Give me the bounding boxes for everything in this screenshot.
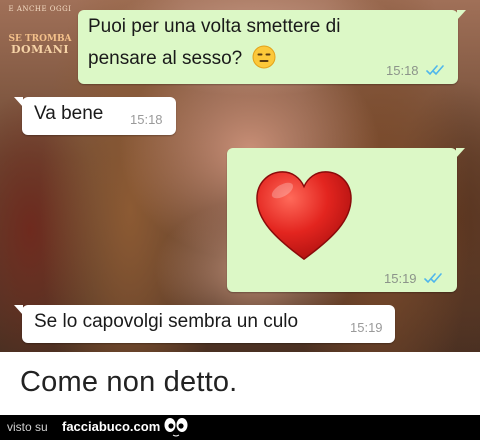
message-text-line: pensare al sesso?: [88, 48, 243, 69]
watermark-line1: E ANCHE OGGI: [8, 5, 72, 13]
facciabuco-eyes-logo-icon: [164, 418, 188, 437]
message-timestamp: 15:18: [130, 112, 163, 127]
expressionless-face-emoji: [252, 45, 276, 78]
message-text-line: Puoi per una volta smettere di: [88, 16, 341, 37]
double-check-read-icon: [426, 65, 444, 76]
message-text: Se lo capovolgi sembra un culo: [34, 311, 299, 332]
message-bubble-outgoing[interactable]: Puoi per una volta smettere di pensare a…: [78, 10, 466, 84]
footer-site-link[interactable]: facciabuco.com: [62, 419, 160, 434]
message-bubble-outgoing[interactable]: 15:19: [227, 148, 465, 292]
watermark-logo: E ANCHE OGGI SE TROMBA DOMANI: [4, 5, 76, 56]
message-text-line: pensare al sesso?: [88, 45, 276, 78]
red-heart-emoji: [256, 171, 352, 261]
message-bubble-incoming[interactable]: Va bene 15:18: [14, 97, 176, 135]
watermark-line3: DOMANI: [10, 43, 70, 56]
chat-area: E ANCHE OGGI SE TROMBA DOMANI Puoi per u…: [0, 0, 480, 352]
footer-bar: visto su facciabuco.com: [0, 415, 480, 440]
double-check-read-icon: [424, 273, 442, 284]
message-timestamp: 15:18: [386, 63, 419, 78]
footer-visto-su: visto su: [7, 420, 48, 434]
message-timestamp: 15:19: [384, 271, 417, 286]
caption-text: Come non detto.: [20, 366, 238, 398]
message-text: Va bene: [34, 103, 104, 124]
message-timestamp: 15:19: [350, 320, 383, 335]
message-bubble-incoming[interactable]: Se lo capovolgi sembra un culo 15:19: [14, 305, 395, 343]
